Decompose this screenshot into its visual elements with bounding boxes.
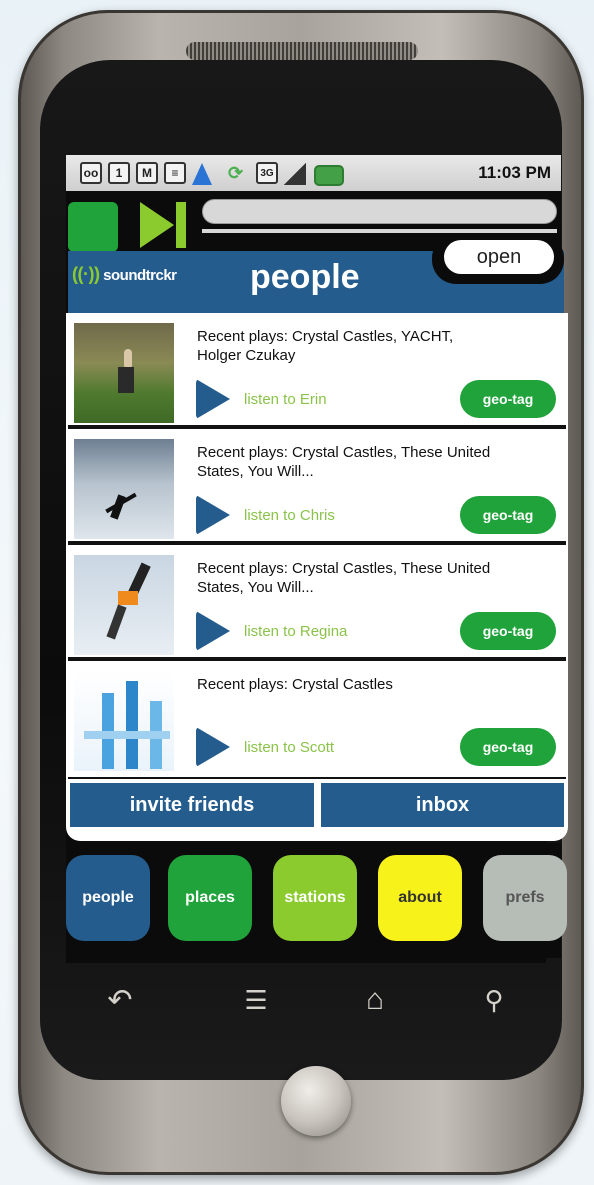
tab-about[interactable]: about <box>378 855 462 941</box>
list-item[interactable]: Recent plays: Crystal Castles listen to … <box>68 665 566 777</box>
battery-icon <box>314 165 344 186</box>
signal-icon <box>284 163 306 185</box>
progress-bar[interactable] <box>202 199 557 224</box>
list-item[interactable]: Recent plays: Crystal Castles, These Uni… <box>68 433 566 545</box>
play-icon[interactable] <box>196 495 230 535</box>
geo-tag-button[interactable]: geo-tag <box>460 380 556 418</box>
recent-plays: Recent plays: Crystal Castles, YACHT, Ho… <box>197 328 454 364</box>
tab-prefs[interactable]: prefs <box>483 855 567 941</box>
logo-text: soundtrckr <box>103 267 177 284</box>
play-icon[interactable] <box>196 379 230 419</box>
home-icon[interactable]: ⌂ <box>355 980 395 1020</box>
talk-icon: ≡ <box>164 162 186 184</box>
search-icon[interactable]: ⚲ <box>474 980 514 1020</box>
tab-places-label: places <box>185 889 235 906</box>
play-next-icon <box>140 202 174 248</box>
action-row: invite friends inbox <box>68 779 566 831</box>
listen-link[interactable]: listen to Scott <box>244 739 334 756</box>
3g-icon: 3G <box>256 162 278 184</box>
skip-button[interactable] <box>128 196 200 254</box>
status-clock: 11:03 PM <box>478 163 551 182</box>
tab-people-label: people <box>82 889 134 906</box>
listen-link[interactable]: listen to Erin <box>244 391 327 408</box>
back-icon[interactable]: ↶ <box>100 980 140 1020</box>
person-photo <box>74 671 174 771</box>
open-button[interactable]: open <box>444 240 554 274</box>
sync-icon: ⟳ <box>228 163 244 183</box>
recent-plays: Recent plays: Crystal Castles <box>197 676 393 693</box>
earpiece-speaker <box>186 42 418 60</box>
skip-bar-icon <box>176 202 186 248</box>
tab-people[interactable]: people <box>66 855 150 941</box>
gmail-icon: M <box>136 162 158 184</box>
voicemail-icon: oo <box>80 162 102 184</box>
tab-stations[interactable]: stations <box>273 855 357 941</box>
person-photo <box>74 555 174 655</box>
recent-plays: Recent plays: Crystal Castles, These Uni… <box>197 444 491 480</box>
progress-track <box>202 229 557 233</box>
person-photo <box>74 323 174 423</box>
play-icon[interactable] <box>196 611 230 651</box>
tab-prefs-label: prefs <box>505 889 545 906</box>
play-icon[interactable] <box>196 727 230 767</box>
tab-about-label: about <box>398 889 442 906</box>
listen-link[interactable]: listen to Chris <box>244 507 335 524</box>
inbox-button[interactable]: inbox <box>321 783 564 827</box>
recent-plays: Recent plays: Crystal Castles, These Uni… <box>197 560 491 596</box>
stop-button[interactable] <box>68 202 118 252</box>
open-button-frame: open <box>432 234 564 284</box>
tab-places[interactable]: places <box>168 855 252 941</box>
invite-friends-button[interactable]: invite friends <box>70 783 314 827</box>
geo-tag-button[interactable]: geo-tag <box>460 496 556 534</box>
page-title: people <box>250 258 360 296</box>
calendar-day: 1 <box>115 166 123 180</box>
geo-tag-button[interactable]: geo-tag <box>460 612 556 650</box>
listen-link[interactable]: listen to Regina <box>244 623 347 640</box>
navigation-icon <box>192 163 212 185</box>
calendar-icon: 1 <box>108 162 130 184</box>
soundtrckr-logo: ((·)) soundtrckr <box>72 264 177 285</box>
sound-waves-icon: ((·)) <box>72 264 100 284</box>
person-photo <box>74 439 174 539</box>
trackball[interactable] <box>281 1066 351 1136</box>
network-label: 3G <box>260 167 274 179</box>
tab-stations-label: stations <box>284 889 346 906</box>
menu-icon[interactable]: ☰ <box>236 980 276 1020</box>
geo-tag-button[interactable]: geo-tag <box>460 728 556 766</box>
list-item[interactable]: Recent plays: Crystal Castles, YACHT, Ho… <box>68 317 566 429</box>
list-item[interactable]: Recent plays: Crystal Castles, These Uni… <box>68 549 566 661</box>
status-bar: oo 1 M ≡ ⟳ 3G 11:03 PM <box>66 155 561 191</box>
